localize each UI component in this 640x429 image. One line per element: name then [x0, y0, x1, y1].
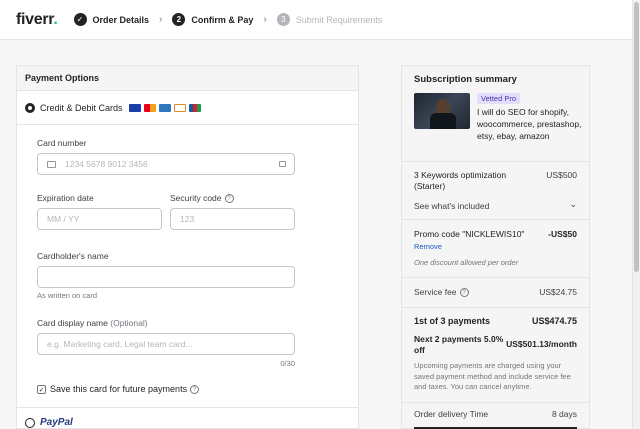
- cardholder-input[interactable]: [37, 266, 295, 288]
- promo-note: One discount allowed per order: [414, 258, 519, 267]
- save-card-label: Save this card for future payments?: [50, 384, 200, 395]
- security-placeholder: 123: [180, 214, 195, 224]
- page-scrollbar[interactable]: [632, 0, 640, 429]
- subscription-summary: Subscription summary Vetted Pro I will d…: [401, 65, 590, 429]
- remove-promo-link[interactable]: Remove: [414, 242, 442, 251]
- service-fee-label: Service fee?: [414, 287, 469, 298]
- payments-note: Upcoming payments are charged using your…: [414, 361, 571, 391]
- gig-title: I will do SEO for shopify, woocommerce, …: [477, 107, 582, 141]
- lock-icon: [279, 161, 286, 167]
- summary-title: Subscription summary: [414, 74, 517, 85]
- radio-selected[interactable]: [25, 102, 35, 113]
- promo-code-label: Promo code "NICKLEWIS10": [414, 229, 525, 239]
- card-number-input[interactable]: 1234 5678 9012 3456: [37, 153, 295, 175]
- chevron-right-icon: ›: [159, 14, 163, 25]
- fiverr-logo[interactable]: fiverr.: [16, 11, 58, 29]
- gig-thumbnail: [414, 93, 470, 129]
- mastercard-icon: [143, 103, 156, 112]
- see-included-link[interactable]: See what's included: [414, 201, 489, 211]
- card-option-label: Credit & Debit Cards: [40, 102, 123, 113]
- cardholder-hint: As written on card: [37, 291, 98, 300]
- help-icon[interactable]: ?: [190, 385, 200, 395]
- expiration-input[interactable]: MM / YY: [37, 208, 162, 230]
- top-header: fiverr. ✓ Order Details › 2 Confirm & Pa…: [0, 0, 632, 40]
- card-number-label: Card number: [37, 138, 87, 148]
- jcb-icon: [188, 103, 201, 112]
- next-payments-label: Next 2 payments 5.0% off: [414, 334, 504, 355]
- paypal-logo: PayPal: [40, 417, 73, 428]
- vetted-pro-badge: Vetted Pro: [477, 93, 521, 104]
- security-code-label: Security code?: [170, 193, 234, 204]
- card-payment-option[interactable]: Credit & Debit Cards: [17, 91, 358, 125]
- panel-title: Payment Options: [17, 66, 358, 91]
- step-label: Confirm & Pay: [191, 14, 254, 25]
- amex-icon: [158, 103, 171, 112]
- card-icon: [47, 160, 56, 168]
- package-price: US$500: [546, 170, 577, 180]
- next-payments-value: US$501.13/month: [506, 339, 577, 349]
- display-name-label: Card display name (Optional): [37, 318, 148, 328]
- step-number: 2: [172, 13, 186, 26]
- check-icon: ✓: [73, 13, 87, 26]
- card-number-placeholder: 1234 5678 9012 3456: [65, 159, 148, 169]
- expiration-label: Expiration date: [37, 193, 94, 203]
- step-number: 3: [276, 13, 290, 26]
- package-label: 3 Keywords optimization (Starter): [414, 170, 507, 191]
- chevron-down-icon[interactable]: ⌄: [569, 199, 577, 210]
- radio-unselected[interactable]: [25, 417, 35, 428]
- payment-options-panel: Payment Options Credit & Debit Cards Car…: [16, 65, 359, 429]
- chevron-right-icon: ›: [263, 14, 267, 25]
- service-fee-value: US$24.75: [539, 287, 577, 297]
- scrollbar-thumb[interactable]: [634, 2, 639, 272]
- step-order-details[interactable]: ✓ Order Details: [73, 13, 150, 26]
- delivery-value: 8 days: [551, 409, 577, 419]
- expiration-placeholder: MM / YY: [47, 214, 80, 224]
- save-card-checkbox[interactable]: ✓: [37, 385, 46, 394]
- payment-label: 1st of 3 payments: [414, 316, 491, 326]
- promo-value: -US$50: [548, 229, 577, 239]
- help-icon[interactable]: ?: [224, 194, 234, 204]
- payment-value: US$474.75: [531, 316, 577, 326]
- step-confirm-pay: 2 Confirm & Pay: [172, 13, 253, 26]
- help-icon[interactable]: ?: [459, 288, 469, 298]
- step-submit-requirements: 3 Submit Requirements: [276, 13, 383, 26]
- security-code-input[interactable]: 123: [170, 208, 295, 230]
- paypal-option[interactable]: PayPal: [25, 417, 73, 428]
- discover-icon: [173, 103, 186, 112]
- step-label: Submit Requirements: [295, 14, 383, 25]
- step-label: Order Details: [92, 14, 150, 25]
- delivery-label: Order delivery Time: [414, 409, 489, 419]
- display-name-input[interactable]: e.g. Marketing card, Legal team card...: [37, 333, 295, 355]
- visa-icon: [128, 103, 141, 112]
- cardholder-label: Cardholder's name: [37, 251, 109, 261]
- display-name-counter: 0/30: [280, 359, 295, 368]
- display-name-placeholder: e.g. Marketing card, Legal team card...: [47, 339, 193, 349]
